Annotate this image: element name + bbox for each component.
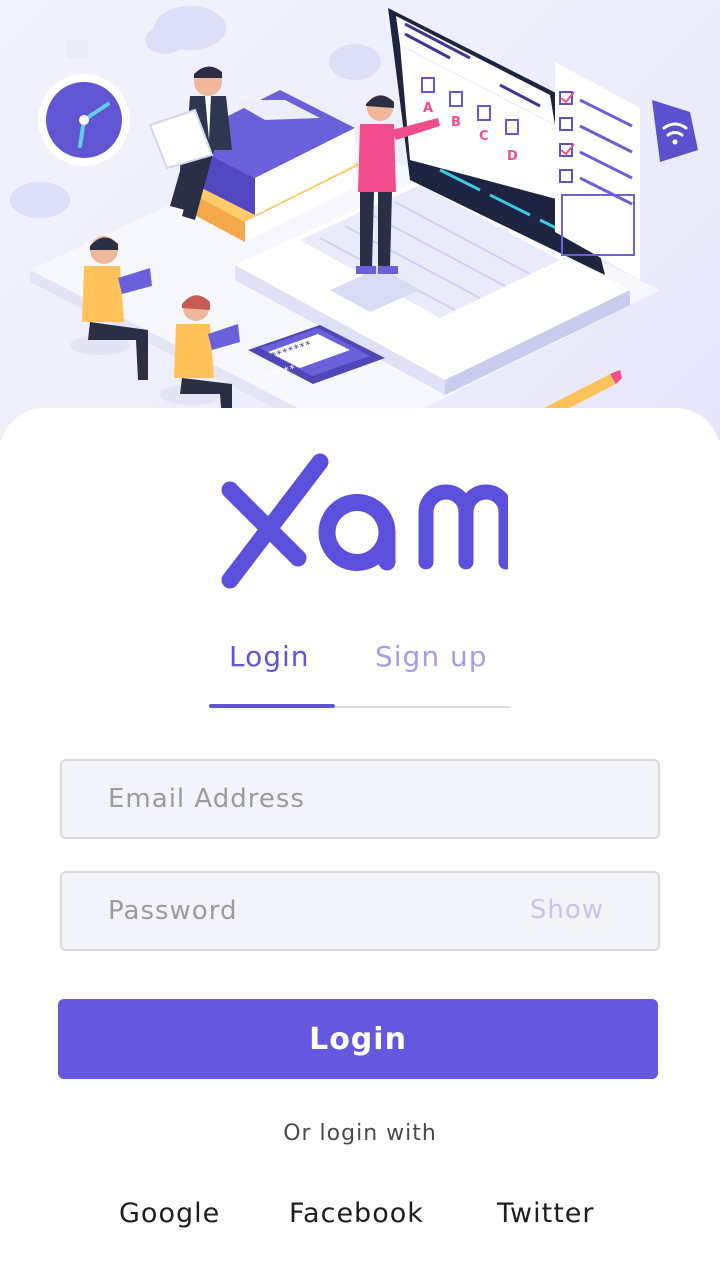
email-field-container xyxy=(60,759,660,839)
choice-letter-c: C xyxy=(479,129,489,144)
tab-sign-up[interactable]: Sign up xyxy=(375,640,488,673)
choice-letter-a: A xyxy=(423,101,433,116)
hero-illustration: A B C D ******* ******* xyxy=(0,0,720,440)
password-field[interactable] xyxy=(108,873,528,949)
xam-logo xyxy=(221,453,508,589)
google-login-link[interactable]: Google xyxy=(119,1198,220,1229)
wifi-icon xyxy=(652,100,698,162)
exam-illustration: A B C D ******* ******* xyxy=(10,6,698,440)
choice-letter-d: D xyxy=(507,149,518,164)
stopwatch-icon xyxy=(38,40,130,166)
choice-letter-b: B xyxy=(451,115,461,130)
social-login-prompt: Or login with xyxy=(283,1121,437,1146)
active-tab-indicator xyxy=(209,704,335,708)
show-password-toggle[interactable]: Show xyxy=(530,895,604,925)
twitter-login-link[interactable]: Twitter xyxy=(497,1198,595,1229)
email-field[interactable] xyxy=(108,761,528,837)
login-button[interactable]: Login xyxy=(58,999,658,1079)
facebook-login-link[interactable]: Facebook xyxy=(289,1198,424,1229)
password-field-container: Show xyxy=(60,871,660,951)
auth-tabs: Login Sign up xyxy=(209,630,511,710)
tab-login[interactable]: Login xyxy=(229,640,310,673)
